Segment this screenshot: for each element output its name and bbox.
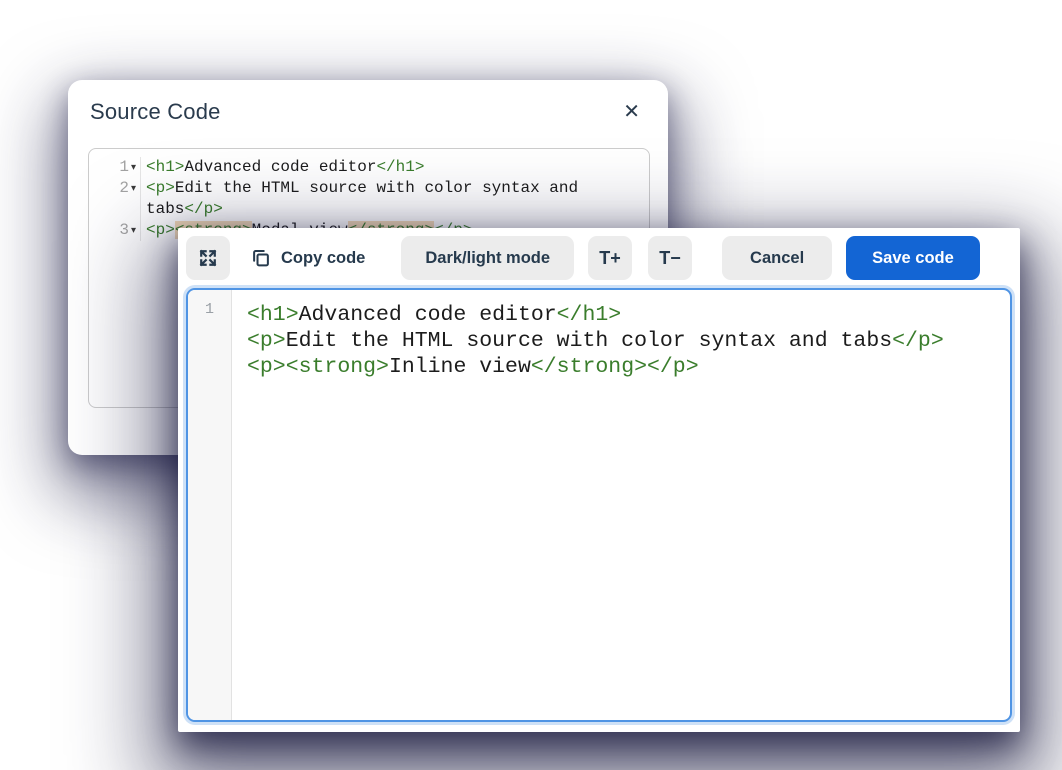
dialog-header: Source Code ✕ [68, 80, 668, 126]
line-number: 1▾ [89, 157, 141, 178]
line-number: 3▾ [89, 220, 141, 241]
line-number: 2▾ [89, 178, 141, 199]
code-line: <p>Edit the HTML source with color synta… [247, 328, 1000, 354]
code-line: <h1>Advanced code editor</h1> [247, 302, 1000, 328]
code-line: tabs</p> [141, 199, 649, 220]
copy-code-button[interactable]: Copy code [246, 236, 369, 280]
close-button[interactable]: ✕ [619, 98, 644, 126]
dialog-title: Source Code [90, 99, 221, 125]
dark-light-mode-button[interactable]: Dark/light mode [401, 236, 574, 280]
save-code-label: Save code [872, 249, 954, 268]
copy-icon [250, 247, 272, 269]
line-number [89, 199, 141, 220]
code-line: <p>Edit the HTML source with color synta… [141, 178, 649, 199]
line-number-gutter: 1 [188, 290, 232, 720]
copy-code-label: Copy code [281, 249, 365, 268]
close-icon: ✕ [623, 101, 640, 123]
line-number: 1 [205, 301, 214, 318]
code-line: <h1>Advanced code editor</h1> [141, 157, 649, 178]
font-size-decrease-button[interactable]: T− [648, 236, 692, 280]
fullscreen-button[interactable] [186, 236, 230, 280]
expand-arrows-icon [197, 247, 219, 269]
inline-editor-panel: Copy code Dark/light mode T+ T− Cancel S… [178, 228, 1020, 732]
code-content[interactable]: <h1>Advanced code editor</h1><p>Edit the… [232, 290, 1010, 720]
code-editor[interactable]: 1 <h1>Advanced code editor</h1><p>Edit t… [186, 288, 1012, 722]
cancel-button[interactable]: Cancel [722, 236, 832, 280]
font-size-decrease-label: T− [659, 248, 681, 269]
save-code-button[interactable]: Save code [846, 236, 980, 280]
font-size-increase-label: T+ [599, 248, 621, 269]
editor-toolbar: Copy code Dark/light mode T+ T− Cancel S… [178, 228, 1020, 288]
cancel-label: Cancel [750, 249, 804, 268]
dark-light-mode-label: Dark/light mode [425, 249, 550, 268]
font-size-increase-button[interactable]: T+ [588, 236, 632, 280]
code-line: <p><strong>Inline view</strong></p> [247, 354, 1000, 380]
